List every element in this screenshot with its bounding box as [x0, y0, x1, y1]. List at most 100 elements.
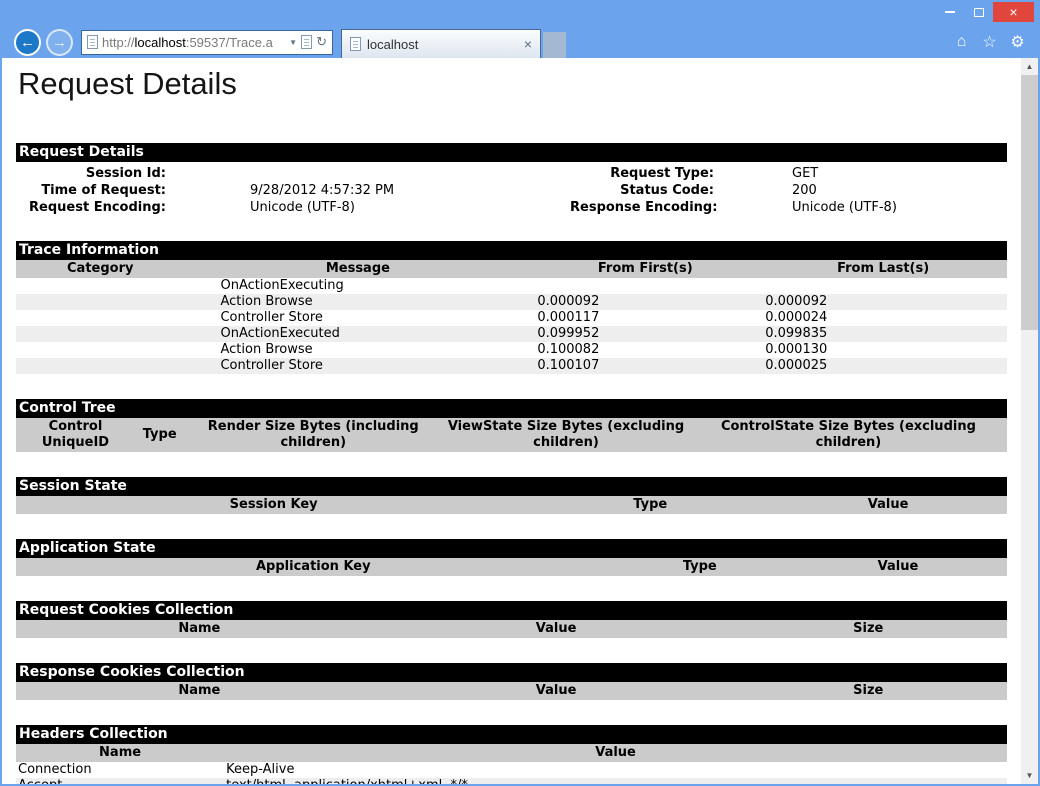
column-header: Category [16, 260, 184, 278]
minimize-button[interactable] [935, 2, 964, 22]
column-header: Value [383, 682, 730, 700]
field-value: 9/28/2012 4:57:32 PM [166, 182, 570, 199]
cell-message: Action Browse [184, 294, 531, 310]
column-header: Session Key [16, 496, 531, 514]
field-label: Request Type: [570, 165, 714, 182]
column-header: Value [769, 496, 1007, 514]
scroll-up-button[interactable]: ▲ [1021, 58, 1038, 75]
cell-message: OnActionExecuted [184, 326, 531, 342]
field-value: Unicode (UTF-8) [166, 199, 570, 216]
column-header: Message [184, 260, 531, 278]
cell-from-first: 0.000117 [531, 310, 759, 326]
maximize-button[interactable] [964, 2, 993, 22]
scrollbar-thumb[interactable] [1021, 75, 1038, 330]
table-row: Connection Keep-Alive [16, 762, 1007, 778]
field-label: Session Id: [16, 165, 166, 182]
table-row: Action Browse 0.000092 0.000092 [16, 294, 1007, 310]
section-header: Request Details [16, 143, 1007, 162]
back-arrow-icon: ← [20, 34, 35, 51]
application-state-table: Application Key Type Value [16, 558, 1007, 576]
field-value: GET [714, 165, 1007, 182]
compatibility-view-icon[interactable] [301, 35, 312, 49]
section-header: Control Tree [16, 399, 1007, 418]
field-label: Status Code: [570, 182, 714, 199]
table-header-row: Application Key Type Value [16, 558, 1007, 576]
page-title: Request Details [18, 66, 1007, 102]
section-header: Response Cookies Collection [16, 663, 1007, 682]
scroll-down-button[interactable]: ▼ [1021, 767, 1038, 784]
table-header-row: Name Value Size [16, 620, 1007, 638]
column-header: Application Key [16, 558, 611, 576]
column-header: Render Size Bytes (including children) [184, 418, 442, 452]
column-header: Type [611, 558, 789, 576]
field-value: Unicode (UTF-8) [714, 199, 1007, 216]
trace-information-table: Category Message From First(s) From Last… [16, 260, 1007, 374]
table-row: Accept text/html, application/xhtml+xml,… [16, 778, 1007, 784]
forward-arrow-icon: → [52, 34, 67, 51]
request-cookies-table: Name Value Size [16, 620, 1007, 638]
url-text: http://localhost:59537/Trace.a [102, 35, 285, 50]
field-label: Response Encoding: [570, 199, 714, 216]
column-header: Name [16, 620, 383, 638]
column-header: Value [383, 620, 730, 638]
tab-close-button[interactable]: × [524, 37, 532, 51]
cell-from-first: 0.100107 [531, 358, 759, 374]
column-header: Control UniqueID [16, 418, 135, 452]
cell-from-first: 0.099952 [531, 326, 759, 342]
column-header: ViewState Size Bytes (excluding children… [442, 418, 690, 452]
table-header-row: Session Key Type Value [16, 496, 1007, 514]
address-bar[interactable]: http://localhost:59537/Trace.a ▼ ↻ [81, 30, 333, 55]
page-icon [87, 35, 98, 49]
address-dropdown-button[interactable]: ▼ [289, 38, 297, 47]
table-header-row: Name Value Size [16, 682, 1007, 700]
refresh-button[interactable]: ↻ [316, 34, 327, 50]
table-row: Controller Store 0.000117 0.000024 [16, 310, 1007, 326]
column-header: From First(s) [531, 260, 759, 278]
column-header: Value [224, 744, 1007, 762]
navigation-bar: ← → http://localhost:59537/Trace.a ▼ ↻ l… [2, 26, 1038, 58]
column-header: Name [16, 744, 224, 762]
new-tab-button[interactable] [543, 32, 566, 58]
table-row: Action Browse 0.100082 0.000130 [16, 342, 1007, 358]
vertical-scrollbar[interactable]: ▲ ▼ [1021, 58, 1038, 784]
tab-title: localhost [367, 37, 518, 52]
forward-button[interactable]: → [46, 29, 73, 56]
cell-from-last [759, 278, 1007, 294]
section-trace-information: Trace Information Category Message From … [16, 241, 1007, 374]
cell-category [16, 310, 184, 326]
cell-from-first [531, 278, 759, 294]
table-header-row: Category Message From First(s) From Last… [16, 260, 1007, 278]
column-header: Value [789, 558, 1007, 576]
cell-message: Controller Store [184, 310, 531, 326]
response-cookies-table: Name Value Size [16, 682, 1007, 700]
table-header-row: Name Value [16, 744, 1007, 762]
cell-message: Action Browse [184, 342, 531, 358]
session-state-table: Session Key Type Value [16, 496, 1007, 514]
cell-header-name: Accept [16, 778, 224, 784]
favorites-star-icon[interactable]: ☆ [977, 32, 1002, 52]
settings-gear-icon[interactable]: ⚙ [1005, 32, 1030, 52]
titlebar[interactable]: × [2, 2, 1038, 26]
back-button[interactable]: ← [14, 29, 41, 56]
section-header: Headers Collection [16, 725, 1007, 744]
field-label: Request Encoding: [16, 199, 166, 216]
cell-from-last: 0.099835 [759, 326, 1007, 342]
cell-header-name: Connection [16, 762, 224, 778]
url-scheme: http:// [102, 35, 135, 50]
table-header-row: Control UniqueID Type Render Size Bytes … [16, 418, 1007, 452]
close-button[interactable]: × [993, 2, 1034, 22]
cell-category [16, 358, 184, 374]
section-control-tree: Control Tree Control UniqueID Type Rende… [16, 399, 1007, 452]
section-header: Application State [16, 539, 1007, 558]
section-response-cookies: Response Cookies Collection Name Value S… [16, 663, 1007, 700]
scroll-down-icon: ▼ [1026, 771, 1034, 780]
url-host: localhost [135, 35, 186, 50]
tab-localhost[interactable]: localhost × [341, 29, 541, 58]
section-request-details: Request Details Session Id: Request Type… [16, 143, 1007, 216]
cell-header-value: Keep-Alive [224, 762, 1007, 778]
column-header: Size [730, 620, 1008, 638]
cell-category [16, 326, 184, 342]
home-icon[interactable]: ⌂ [949, 33, 974, 51]
headers-collection-table: Name Value Connection Keep-Alive Accept … [16, 744, 1007, 784]
table-row: OnActionExecuted 0.099952 0.099835 [16, 326, 1007, 342]
